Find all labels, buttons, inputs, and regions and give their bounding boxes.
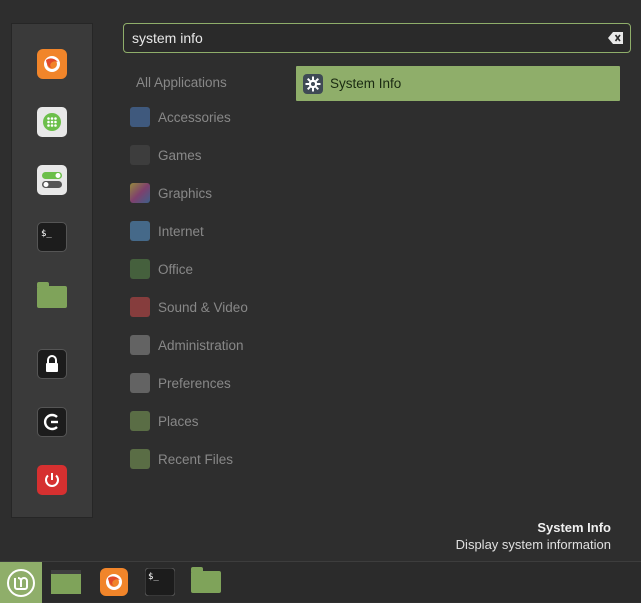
folder-icon (191, 567, 221, 593)
category-label: Office (158, 261, 194, 277)
category-label: Places (158, 413, 199, 429)
category-places[interactable]: Places (130, 402, 290, 440)
category-label: Preferences (158, 375, 231, 391)
app-description: System Info Display system information (456, 520, 611, 552)
office-icon (130, 259, 150, 279)
firefox-icon[interactable] (37, 49, 67, 79)
category-graphics[interactable]: Graphics (130, 174, 290, 212)
quit-icon[interactable] (37, 465, 67, 495)
sound-video-icon (130, 297, 150, 317)
firefox-icon (100, 568, 128, 596)
description-text: Display system information (455, 537, 611, 552)
accessories-icon (130, 107, 150, 127)
terminal-icon[interactable]: $_ (37, 222, 67, 252)
application-menu: $_ All Applications Accessories (0, 0, 641, 561)
category-office[interactable]: Office (130, 250, 290, 288)
menu-button[interactable] (0, 562, 42, 603)
desktop-icon (51, 570, 81, 594)
category-sound-video[interactable]: Sound & Video (130, 288, 290, 326)
taskbar: $_ (0, 561, 641, 603)
taskbar-terminal[interactable]: $_ (145, 567, 175, 597)
files-icon[interactable] (37, 282, 67, 312)
clear-search-icon[interactable] (608, 31, 624, 45)
search-box[interactable] (123, 23, 631, 53)
search-result-system-info[interactable]: System Info (296, 66, 620, 101)
category-preferences[interactable]: Preferences (130, 364, 290, 402)
category-label: Internet (158, 223, 204, 239)
category-label: Administration (158, 337, 244, 353)
recent-files-icon (130, 449, 150, 469)
preferences-icon (130, 373, 150, 393)
category-accessories[interactable]: Accessories (130, 98, 290, 136)
svg-text:$_: $_ (148, 572, 159, 582)
gear-icon (303, 73, 323, 94)
category-all-applications[interactable]: All Applications (130, 66, 290, 98)
logout-icon[interactable] (37, 407, 67, 437)
taskbar-firefox[interactable] (99, 567, 129, 597)
category-recent-files[interactable]: Recent Files (130, 440, 290, 478)
category-label: Graphics (158, 185, 213, 201)
graphics-icon (130, 183, 150, 203)
category-label: Recent Files (158, 451, 234, 467)
category-label: Games (158, 147, 202, 163)
taskbar-show-desktop[interactable] (51, 567, 81, 597)
taskbar-files[interactable] (191, 567, 221, 597)
lock-screen-icon[interactable] (37, 349, 67, 379)
category-internet[interactable]: Internet (130, 212, 290, 250)
category-games[interactable]: Games (130, 136, 290, 174)
svg-text:$_: $_ (41, 229, 52, 239)
folder-icon (130, 411, 150, 431)
terminal-icon: $_ (145, 568, 175, 596)
category-label: Accessories (158, 109, 231, 125)
categories-list: All Applications Accessories Games Graph… (130, 66, 290, 478)
search-input[interactable] (132, 28, 602, 48)
internet-icon (130, 221, 150, 241)
favorites-sidebar: $_ (11, 23, 93, 518)
category-administration[interactable]: Administration (130, 326, 290, 364)
mint-logo-icon (7, 568, 35, 597)
category-label: Sound & Video (158, 299, 248, 315)
system-settings-icon[interactable] (37, 165, 67, 195)
administration-icon (130, 335, 150, 355)
games-icon (130, 145, 150, 165)
result-label: System Info (330, 76, 402, 91)
category-label: All Applications (136, 74, 227, 90)
description-title: System Info (537, 520, 611, 535)
software-manager-icon[interactable] (37, 107, 67, 137)
